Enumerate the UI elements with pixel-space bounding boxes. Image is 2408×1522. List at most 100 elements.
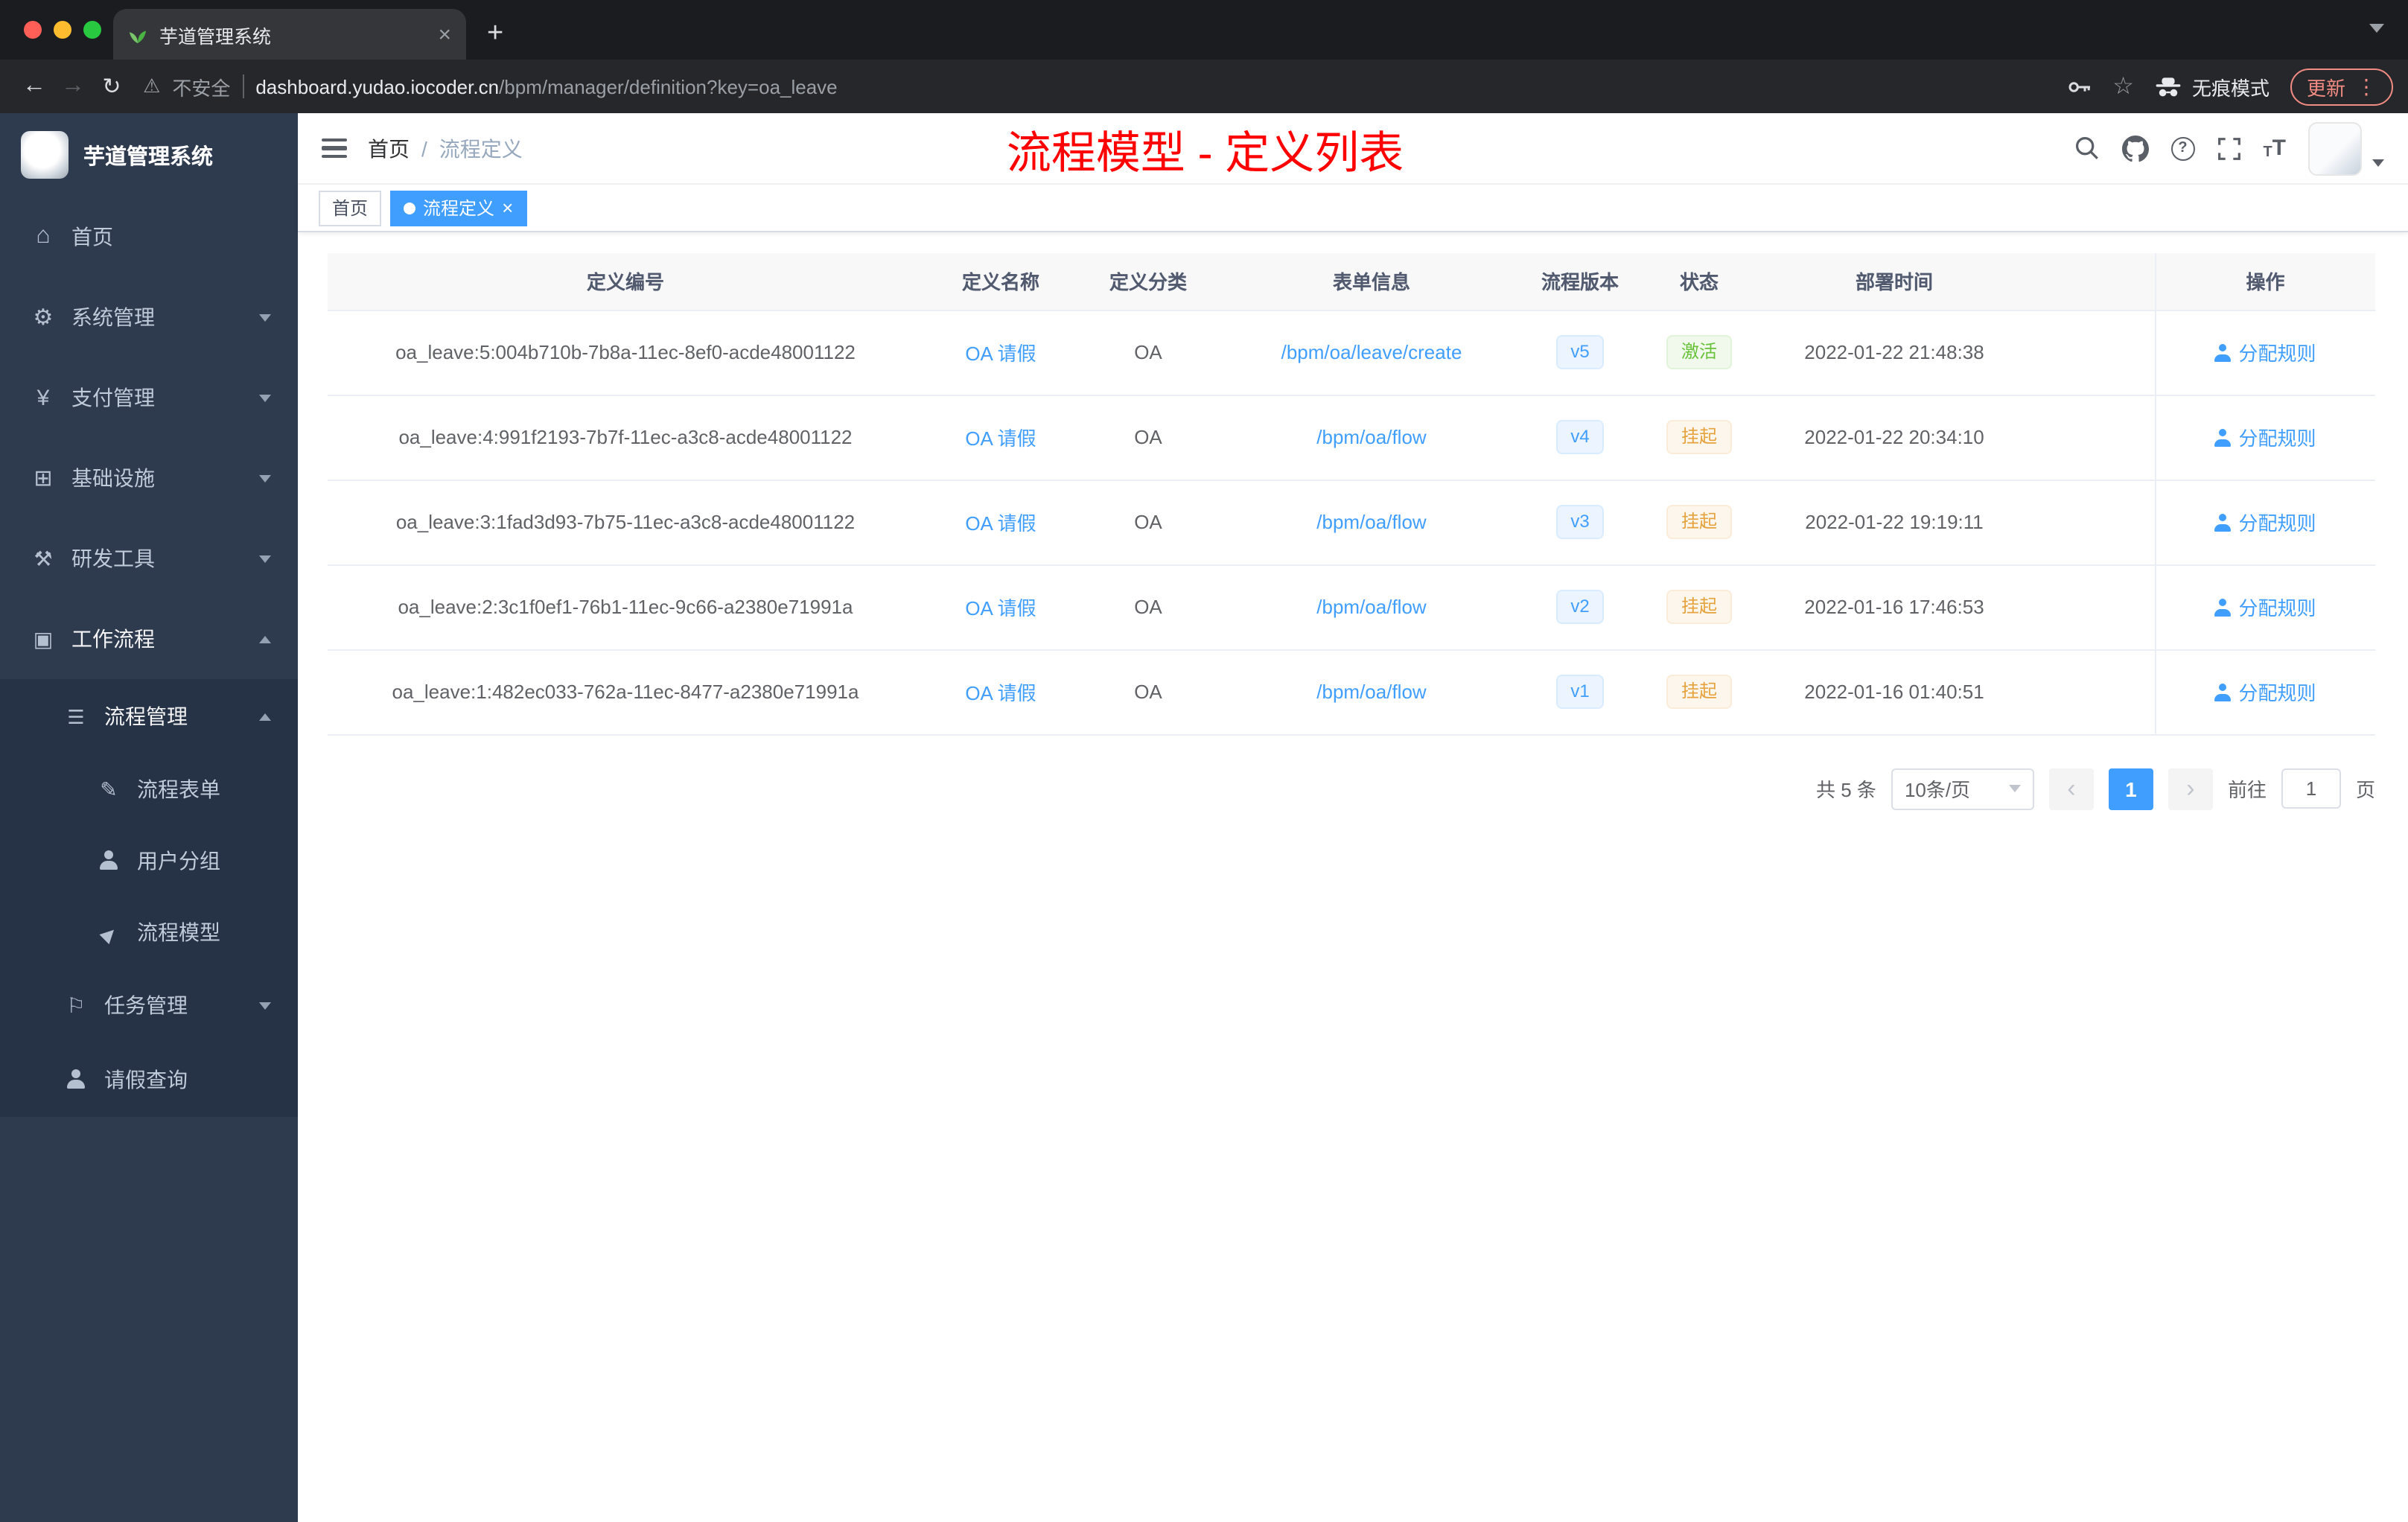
form-link[interactable]: /bpm/oa/flow xyxy=(1316,426,1426,448)
col-filler xyxy=(2025,253,2155,311)
page-unit-label: 页 xyxy=(2355,779,2375,801)
sidebar-item-leave-query[interactable]: 请假查询 xyxy=(0,1042,298,1117)
process-list-icon xyxy=(63,704,89,729)
form-link[interactable]: /bpm/oa/leave/create xyxy=(1281,341,1462,363)
screen: 芋道管理系统 不安全 dashboard.yudao.iocoder.cn/bp… xyxy=(0,0,2408,1522)
browser-menu-icon[interactable] xyxy=(2356,74,2377,99)
page-size-select[interactable]: 10条/页 xyxy=(1891,768,2034,809)
app-navbar: 首页 / 流程定义 流程模型 - 定义列表 ? TT xyxy=(298,113,2408,185)
tags-view-bar: 首页 流程定义 xyxy=(298,185,2408,232)
page-content: 定义编号 定义名称 定义分类 表单信息 流程版本 状态 部署时间 操作 oa_l… xyxy=(298,232,2408,1522)
app-frame: 芋道管理系统 首页 系统管理 支付管理 基础设施 xyxy=(0,113,2408,1522)
assign-rule-link[interactable]: 分配规则 xyxy=(2214,512,2316,535)
assign-rule-link[interactable]: 分配规则 xyxy=(2214,343,2316,365)
sidebar-item-workflow[interactable]: 工作流程 xyxy=(0,599,298,679)
prev-page-button[interactable] xyxy=(2048,768,2094,809)
form-link[interactable]: /bpm/oa/flow xyxy=(1316,596,1426,618)
sidebar-item-system[interactable]: 系统管理 xyxy=(0,277,298,357)
definition-name-link[interactable]: OA 请假 xyxy=(965,597,1036,620)
table-row: oa_leave:5:004b710b-7b8a-11ec-8ef0-acde4… xyxy=(328,310,2375,395)
sidebar-item-home[interactable]: 首页 xyxy=(0,197,298,277)
goto-page-input[interactable] xyxy=(2281,768,2341,809)
back-button[interactable] xyxy=(15,73,54,100)
toolbar-right: 无痕模式 更新 xyxy=(2066,68,2393,105)
form-icon xyxy=(95,777,122,802)
sidebar-item-process-form[interactable]: 流程表单 xyxy=(0,754,298,825)
table-row: oa_leave:1:482ec033-762a-11ec-8477-a2380… xyxy=(328,649,2375,735)
definition-id-cell: oa_leave:2:3c1f0ef1-76b1-11ec-9c66-a2380… xyxy=(328,564,923,650)
definition-name-link[interactable]: OA 请假 xyxy=(965,682,1036,704)
sidebar-item-devtools[interactable]: 研发工具 xyxy=(0,518,298,599)
sidebar-item-payment[interactable]: 支付管理 xyxy=(0,357,298,438)
breadcrumb-home[interactable]: 首页 xyxy=(368,133,410,163)
col-process-version: 流程版本 xyxy=(1525,253,1635,311)
maximize-window-button[interactable] xyxy=(83,21,101,39)
person-icon xyxy=(2214,344,2232,362)
sidebar-item-user-group[interactable]: 用户分组 xyxy=(0,825,298,897)
sidebar-item-process-model[interactable]: 流程模型 xyxy=(0,897,298,968)
fullscreen-icon[interactable] xyxy=(2217,136,2240,160)
sidebar-item-process-management[interactable]: 流程管理 xyxy=(0,679,298,754)
version-tag: v5 xyxy=(1555,335,1605,369)
browser-update-button[interactable]: 更新 xyxy=(2290,68,2393,105)
definition-id-cell: oa_leave:5:004b710b-7b8a-11ec-8ef0-acde4… xyxy=(328,310,923,395)
col-definition-name: 定义名称 xyxy=(923,253,1078,311)
new-tab-button[interactable] xyxy=(487,18,503,51)
col-definition-category: 定义分类 xyxy=(1078,253,1218,311)
form-link[interactable]: /bpm/oa/flow xyxy=(1316,511,1426,533)
sidebar-item-task-management[interactable]: 任务管理 xyxy=(0,968,298,1042)
tab-close-icon[interactable] xyxy=(438,22,451,47)
tab-title: 芋道管理系统 xyxy=(159,26,272,47)
browser-tab[interactable]: 芋道管理系统 xyxy=(113,9,466,60)
status-tag: 激活 xyxy=(1666,335,1732,369)
search-icon[interactable] xyxy=(2074,136,2099,161)
definition-name-link[interactable]: OA 请假 xyxy=(965,427,1036,450)
form-link[interactable]: /bpm/oa/flow xyxy=(1316,681,1426,703)
next-page-button[interactable] xyxy=(2167,768,2213,809)
sidebar-item-infrastructure[interactable]: 基础设施 xyxy=(0,438,298,518)
sidebar-logo[interactable]: 芋道管理系统 xyxy=(0,113,298,197)
send-icon xyxy=(95,920,122,944)
avatar-caret-icon[interactable] xyxy=(2372,159,2384,166)
incognito-badge: 无痕模式 xyxy=(2155,72,2270,101)
password-key-icon[interactable] xyxy=(2066,74,2092,99)
pagination: 共 5 条 10条/页 1 前往 页 xyxy=(328,768,2375,809)
address-bar[interactable]: 不安全 dashboard.yudao.iocoder.cn/bpm/manag… xyxy=(143,72,2048,101)
assign-rule-link[interactable]: 分配规则 xyxy=(2214,427,2316,450)
help-icon[interactable]: ? xyxy=(2170,136,2195,160)
chevron-down-icon xyxy=(259,555,271,562)
bookmark-star-icon[interactable] xyxy=(2112,71,2134,101)
tag-process-definition[interactable]: 流程定义 xyxy=(390,190,527,226)
category-cell: OA xyxy=(1078,310,1218,395)
close-window-button[interactable] xyxy=(24,21,42,39)
navbar-icons: ? TT xyxy=(2074,121,2384,175)
definition-name-link[interactable]: OA 请假 xyxy=(965,343,1036,365)
minimize-window-button[interactable] xyxy=(54,21,71,39)
avatar[interactable] xyxy=(2308,121,2362,175)
page-1-button[interactable]: 1 xyxy=(2108,768,2153,809)
goto-label: 前往 xyxy=(2227,779,2267,801)
table-header-row: 定义编号 定义名称 定义分类 表单信息 流程版本 状态 部署时间 操作 xyxy=(328,253,2375,311)
deploy-time-cell: 2022-01-16 01:40:51 xyxy=(1763,649,2025,735)
reload-button[interactable] xyxy=(92,72,131,101)
active-tag-dot xyxy=(404,202,416,214)
chevron-down-icon xyxy=(2008,785,2021,792)
assign-rule-link[interactable]: 分配规则 xyxy=(2214,597,2316,620)
tag-home[interactable]: 首页 xyxy=(319,190,382,226)
tab-search-chevron-icon[interactable] xyxy=(2369,24,2384,33)
hamburger-icon[interactable] xyxy=(322,138,347,159)
forward-button[interactable] xyxy=(54,73,92,100)
definition-name-link[interactable]: OA 请假 xyxy=(965,512,1036,535)
sidebar: 芋道管理系统 首页 系统管理 支付管理 基础设施 xyxy=(0,113,298,1522)
tag-close-icon[interactable] xyxy=(502,197,513,219)
gear-icon xyxy=(30,304,57,331)
chevron-up-icon xyxy=(259,713,271,720)
security-label: 不安全 xyxy=(172,77,231,99)
not-secure-warning-icon xyxy=(143,74,160,98)
breadcrumb-separator: / xyxy=(421,136,427,160)
font-size-icon[interactable]: TT xyxy=(2263,136,2286,161)
status-tag: 挂起 xyxy=(1666,505,1732,539)
github-icon[interactable] xyxy=(2121,135,2149,162)
red-annotation-text: 流程模型 - 定义列表 xyxy=(1006,129,1404,178)
assign-rule-link[interactable]: 分配规则 xyxy=(2214,682,2316,704)
